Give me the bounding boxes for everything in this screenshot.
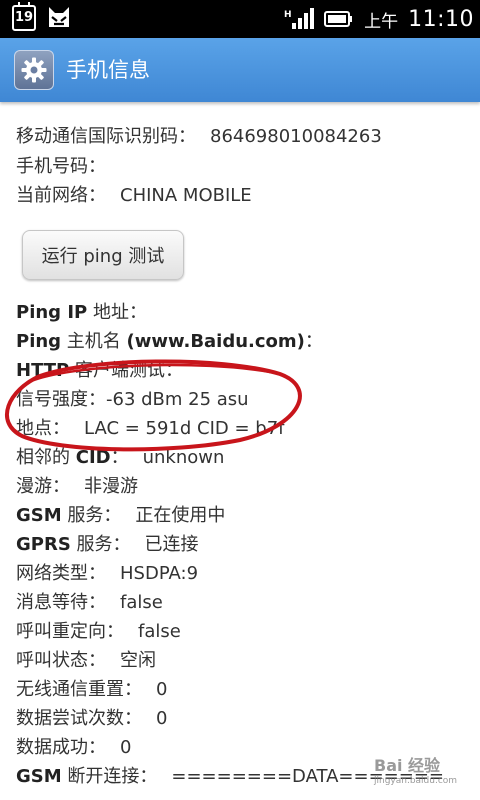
ping-ip-row: Ping IP 地址： bbox=[16, 298, 147, 324]
network-row: 当前网络： CHINA MOBILE bbox=[16, 181, 252, 207]
phone-info-panel: 移动通信国际识别码： 864698010084263 手机号码： 当前网络： CHI… bbox=[0, 102, 480, 800]
gprs-label: 服务： bbox=[70, 534, 131, 555]
imei-row: 移动通信国际识别码： 864698010084263 bbox=[16, 122, 382, 148]
signal-value: -63 dBm 25 asu bbox=[106, 389, 249, 410]
gsm-label: 服务： bbox=[61, 505, 122, 526]
signal-icon: H bbox=[284, 8, 315, 29]
datasuccess-label: 数据成功： bbox=[16, 737, 106, 758]
signal-label: 信号强度： bbox=[16, 389, 106, 410]
gsm-service-row: GSM 服务： 正在使用中 bbox=[16, 501, 225, 527]
title-bar: 手机信息 bbox=[0, 38, 480, 102]
network-type-row: 网络类型： HSDPA:9 bbox=[16, 559, 198, 585]
data-success-row: 数据成功： 0 bbox=[16, 733, 131, 759]
gprs-service-row: GPRS 服务： 已连接 bbox=[16, 530, 199, 556]
call-redirect-row: 呼叫重定向： false bbox=[16, 617, 181, 643]
msgwait-label: 消息等待： bbox=[16, 592, 106, 613]
datasuccess-value: 0 bbox=[120, 737, 132, 758]
location-row: 地点： LAC = 591d CID = b7f bbox=[16, 414, 285, 440]
gsmdisc-value: ========DATA======= bbox=[171, 766, 444, 787]
radioreset-label: 无线通信重置： bbox=[16, 679, 142, 700]
status-icons: H 上午 11:10 bbox=[284, 0, 474, 38]
location-value: LAC = 591d CID = b7f bbox=[84, 418, 285, 439]
gear-icon bbox=[14, 50, 54, 90]
dataattempt-value: 0 bbox=[156, 708, 168, 729]
call-state-row: 呼叫状态： 空闲 bbox=[16, 646, 156, 672]
calendar-icon: 19 bbox=[12, 2, 36, 31]
roaming-value: 非漫游 bbox=[84, 476, 138, 497]
gprs-value: 已连接 bbox=[144, 534, 199, 555]
gsm-bold: GSM bbox=[16, 505, 62, 526]
gsmdisc-label: 断开连接： bbox=[61, 766, 158, 787]
nettype-label: 网络类型： bbox=[16, 563, 106, 584]
clock: 11:10 bbox=[408, 6, 474, 32]
ping-ip-label: 地址： bbox=[87, 302, 147, 323]
signal-strength-row: 信号强度：-63 dBm 25 asu bbox=[16, 385, 249, 411]
gsm-disconnect-row: GSM 断开连接： ========DATA======= bbox=[16, 762, 444, 788]
ping-host-url: (www.Baidu.com) bbox=[126, 331, 305, 352]
neighbor-cid-row: 相邻的 CID： unknown bbox=[16, 443, 224, 469]
imei-label: 移动通信国际识别码： bbox=[16, 126, 196, 147]
svg-text:H: H bbox=[284, 10, 292, 20]
nettype-value: HSDPA:9 bbox=[120, 563, 199, 584]
network-label: 当前网络： bbox=[16, 185, 106, 206]
http-test-row: HTTP 客户端测试： bbox=[16, 356, 183, 382]
imei-value: 864698010084263 bbox=[210, 126, 382, 147]
callstate-value: 空闲 bbox=[120, 650, 156, 671]
callredirect-value: false bbox=[138, 621, 181, 642]
ping-host-label: 主机名 bbox=[61, 331, 127, 352]
status-bar: 19 H 上午 11:10 bbox=[0, 0, 480, 38]
roaming-label: 漫游： bbox=[16, 476, 70, 497]
data-attempt-row: 数据尝试次数： 0 bbox=[16, 704, 167, 730]
neighbor-cid-bold: CID bbox=[75, 447, 111, 468]
http-label: 客户端测试： bbox=[69, 360, 183, 381]
location-label: 地点： bbox=[16, 418, 70, 439]
radioreset-value: 0 bbox=[156, 679, 168, 700]
dataattempt-label: 数据尝试次数： bbox=[16, 708, 142, 729]
neighbor-label: 相邻的 bbox=[16, 447, 76, 468]
page-title: 手机信息 bbox=[66, 58, 150, 82]
network-value: CHINA MOBILE bbox=[120, 185, 252, 206]
radio-reset-row: 无线通信重置： 0 bbox=[16, 675, 167, 701]
ping-host-row: Ping 主机名 (www.Baidu.com)： bbox=[16, 327, 323, 353]
phone-number-row: 手机号码： bbox=[16, 152, 106, 178]
cat-icon bbox=[49, 7, 69, 27]
neighbor-value: unknown bbox=[142, 447, 225, 468]
gprs-bold: GPRS bbox=[16, 534, 71, 555]
http-bold: HTTP bbox=[16, 360, 70, 381]
ping-host-colon: ： bbox=[304, 331, 323, 352]
neighbor-colon: ： bbox=[110, 447, 129, 468]
battery-icon bbox=[324, 11, 353, 27]
phone-number-label: 手机号码： bbox=[16, 156, 106, 177]
ampm-label: 上午 bbox=[364, 11, 399, 32]
callstate-label: 呼叫状态： bbox=[16, 650, 106, 671]
gsm-value: 正在使用中 bbox=[135, 505, 226, 526]
notification-icons: 19 bbox=[12, 2, 72, 31]
msgwait-value: false bbox=[120, 592, 163, 613]
run-ping-test-button[interactable]: 运行 ping 测试 bbox=[22, 230, 184, 280]
gsmdisc-bold: GSM bbox=[16, 766, 62, 787]
message-waiting-row: 消息等待： false bbox=[16, 588, 163, 614]
callredirect-label: 呼叫重定向： bbox=[16, 621, 124, 642]
ping-ip-bold: Ping IP bbox=[16, 302, 88, 323]
ping-host-bold: Ping bbox=[16, 331, 62, 352]
roaming-row: 漫游： 非漫游 bbox=[16, 472, 138, 498]
